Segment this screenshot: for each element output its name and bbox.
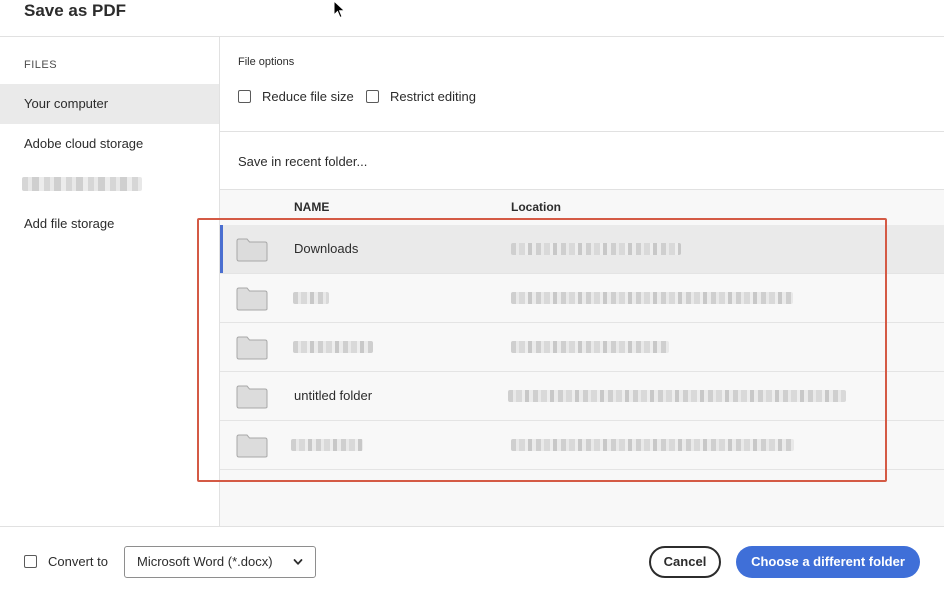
folder-location: [508, 390, 846, 402]
table-row[interactable]: [220, 323, 944, 372]
save-as-pdf-dialog: Save as PDF FILES Your computer Adobe cl…: [0, 0, 944, 601]
sidebar-item-redacted[interactable]: [22, 177, 142, 191]
divider: [220, 131, 944, 132]
folder-name: [293, 341, 373, 353]
table-row[interactable]: [220, 274, 944, 323]
cancel-button[interactable]: Cancel: [649, 546, 721, 578]
convert-to-option[interactable]: Convert to: [24, 554, 108, 569]
dialog-header: Save as PDF: [0, 0, 944, 37]
folder-name: [293, 292, 329, 304]
files-heading: FILES: [24, 59, 58, 71]
sidebar-item-add-file-storage[interactable]: Add file storage: [0, 204, 219, 244]
table-row[interactable]: untitled folder: [220, 372, 944, 421]
dialog-footer: Convert to Microsoft Word (*.docx) Cance…: [0, 526, 944, 601]
column-header-name[interactable]: NAME: [294, 200, 329, 214]
sidebar-item-adobe-cloud-storage[interactable]: Adobe cloud storage: [0, 124, 219, 164]
sidebar-item-label: Your computer: [24, 96, 109, 111]
choose-different-folder-button[interactable]: Choose a different folder: [736, 546, 920, 578]
folder-name: Downloads: [294, 241, 359, 256]
cursor-icon: [333, 0, 346, 19]
reduce-file-size-option[interactable]: Reduce file size: [238, 89, 354, 104]
sidebar: FILES Your computer Adobe cloud storage …: [0, 37, 220, 526]
folder-location: [511, 439, 794, 451]
folder-icon: [236, 385, 268, 409]
convert-to-label: Convert to: [48, 554, 108, 569]
table-row[interactable]: Downloads: [220, 225, 944, 274]
option-label: Restrict editing: [390, 89, 476, 104]
checkbox-icon[interactable]: [366, 90, 379, 103]
folder-icon: [236, 434, 268, 458]
format-select[interactable]: Microsoft Word (*.docx): [124, 546, 316, 578]
folder-name: untitled folder: [294, 388, 373, 403]
folder-icon: [236, 238, 268, 262]
column-header-location[interactable]: Location: [511, 200, 561, 214]
folder-icon: [236, 287, 268, 311]
folder-location: [511, 292, 793, 304]
file-options-label: File options: [238, 56, 295, 68]
format-select-value: Microsoft Word (*.docx): [137, 554, 273, 569]
sidebar-item-label: Adobe cloud storage: [24, 136, 144, 151]
sidebar-item-your-computer[interactable]: Your computer: [0, 84, 219, 124]
dialog-title: Save as PDF: [24, 1, 127, 20]
table-row[interactable]: [220, 421, 944, 470]
recent-folders-table: NAME Location Downloads untitled folder: [220, 189, 944, 526]
option-label: Reduce file size: [262, 89, 354, 104]
checkbox-icon[interactable]: [24, 555, 37, 568]
chevron-down-icon: [293, 559, 303, 565]
main-panel: File options Reduce file size Restrict e…: [220, 37, 944, 526]
folder-name: [291, 439, 363, 451]
restrict-editing-option[interactable]: Restrict editing: [366, 89, 476, 104]
recent-folder-label: Save in recent folder...: [238, 154, 368, 169]
folder-location: [511, 243, 681, 255]
folder-location: [511, 341, 669, 353]
sidebar-item-label: Add file storage: [24, 216, 115, 231]
checkbox-icon[interactable]: [238, 90, 251, 103]
folder-icon: [236, 336, 268, 360]
